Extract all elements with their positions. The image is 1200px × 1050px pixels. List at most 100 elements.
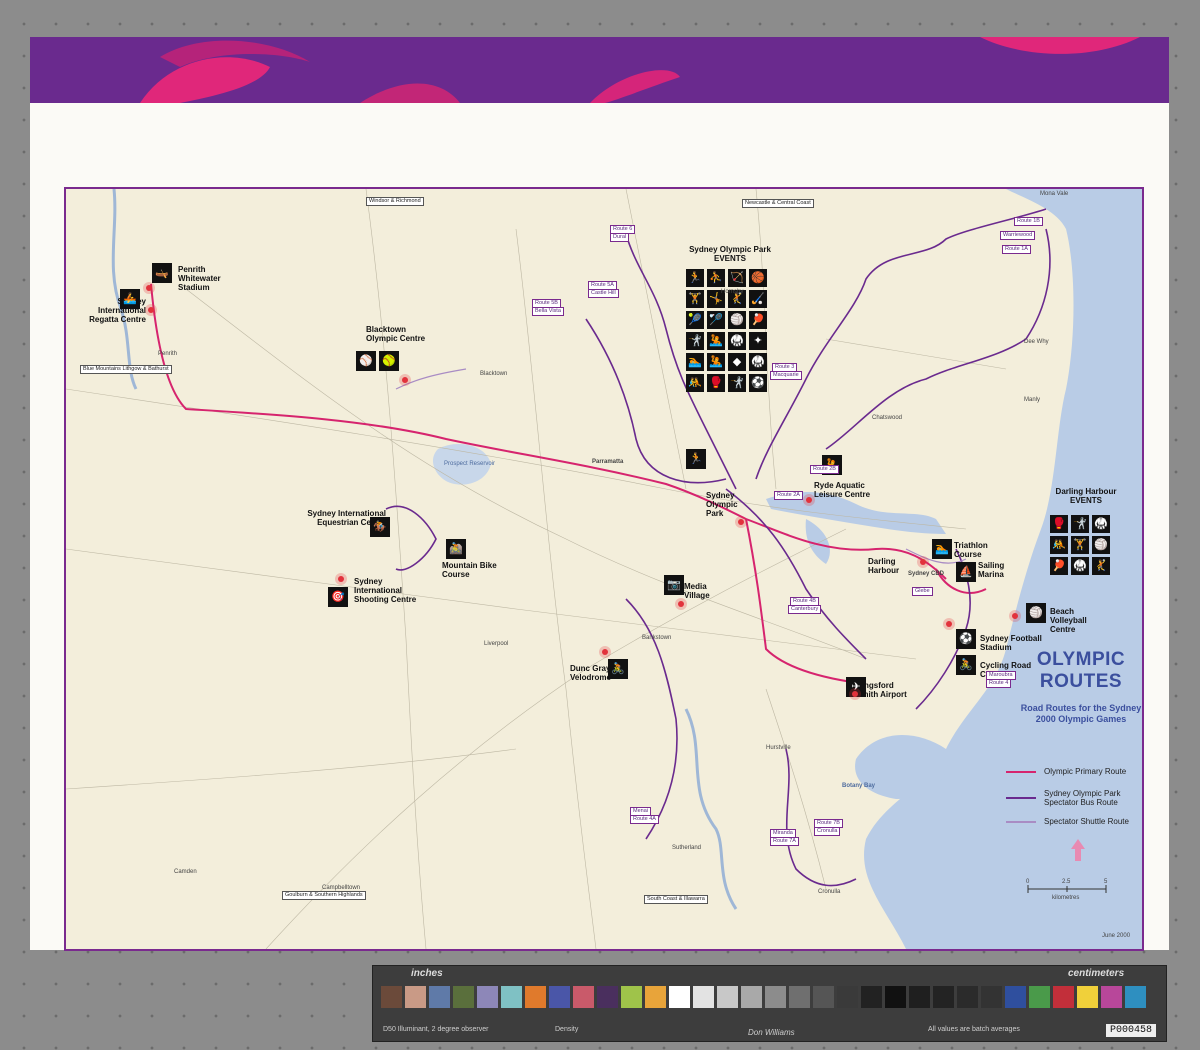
track-cycling-icon: 🚴 bbox=[608, 659, 628, 679]
direction-blue-mountains: Blue Mountains Lithgow & Bathurst bbox=[80, 365, 172, 374]
color-patch bbox=[405, 986, 426, 1008]
color-patch bbox=[477, 986, 498, 1008]
color-patch bbox=[429, 986, 450, 1008]
waterpolo-icon: 🤽 bbox=[707, 353, 725, 371]
place-cronulla: Cronulla bbox=[818, 889, 841, 895]
color-patch bbox=[957, 986, 978, 1008]
title-line-1: OLYMPIC bbox=[1036, 649, 1126, 670]
rowing-icon: 🚣 bbox=[120, 289, 140, 309]
fencing-icon: 🤺 bbox=[1071, 515, 1089, 533]
label-ryde-aquatic: Ryde Aquatic Leisure Centre bbox=[814, 481, 871, 499]
hurdles-icon: ⛹ bbox=[707, 269, 725, 287]
place-manly: Manly bbox=[1024, 397, 1041, 403]
judo-icon: 🥋 bbox=[749, 353, 767, 371]
label-beach-volleyball: Beach Volleyball Centre bbox=[1050, 607, 1087, 634]
route-stop-glebe: Glebe bbox=[912, 587, 933, 596]
color-patch bbox=[1005, 986, 1026, 1008]
softball-icon: 🥎 bbox=[379, 351, 399, 371]
route-label-4a: Route 4 bbox=[986, 679, 1012, 688]
canoe-icon: 🛶 bbox=[152, 263, 172, 283]
direction-south-coast: South Coast & Illawarra bbox=[644, 895, 708, 904]
item-id: P000458 bbox=[1105, 1024, 1156, 1037]
color-patch bbox=[1053, 986, 1074, 1008]
weightlifting-icon: 🏋 bbox=[686, 290, 704, 308]
place-prospect-reservoir: Prospect Reservoir bbox=[444, 461, 496, 467]
color-patch bbox=[645, 986, 666, 1008]
venue-marker bbox=[1012, 613, 1018, 619]
venue-marker bbox=[146, 285, 152, 291]
direction-goulburn: Goulburn & Southern Highlands bbox=[282, 891, 366, 900]
label-darling-harbour-events: Darling Harbour EVENTS bbox=[1055, 487, 1117, 505]
sailing-icon: ⛵ bbox=[956, 562, 976, 582]
density-label: Density bbox=[555, 1026, 579, 1033]
route-label-2b: Route 2B bbox=[810, 465, 839, 474]
place-camden: Camden bbox=[174, 869, 197, 875]
venue-marker bbox=[738, 519, 744, 525]
color-patch bbox=[789, 986, 810, 1008]
label-blacktown-centre: Blacktown Olympic Centre bbox=[366, 325, 426, 343]
synchro-icon: ◆ bbox=[728, 353, 746, 371]
media-icon: 📷 bbox=[664, 575, 684, 595]
venue-marker bbox=[602, 649, 608, 655]
route-stop-bella-vista: Bella Vista bbox=[532, 307, 564, 316]
label-centimeters: centimeters bbox=[1068, 968, 1125, 979]
volleyball-icon: 🏐 bbox=[728, 311, 746, 329]
route-label-1b: Route 1B bbox=[1014, 217, 1043, 226]
place-chatswood: Chatswood bbox=[872, 415, 903, 421]
equestrian-icon: 🏇 bbox=[370, 517, 390, 537]
color-patch bbox=[1125, 986, 1146, 1008]
legend-label: Olympic Primary Route bbox=[1044, 767, 1127, 776]
venue-marker bbox=[148, 307, 154, 313]
trampoline-icon: ✦ bbox=[749, 332, 767, 350]
place-sutherland: Sutherland bbox=[672, 845, 702, 851]
label-inches: inches bbox=[411, 968, 443, 979]
pentathlon-icon: 🤺 bbox=[686, 332, 704, 350]
venue-marker bbox=[852, 691, 858, 697]
boxing-icon: 🥊 bbox=[1050, 515, 1068, 533]
weightlifting-icon: 🏋 bbox=[1071, 536, 1089, 554]
color-patch bbox=[981, 986, 1002, 1008]
color-patch bbox=[381, 986, 402, 1008]
marathon-icon: 🏃 bbox=[686, 449, 706, 469]
color-patch bbox=[813, 986, 834, 1008]
darling-harbour-events-grid: 🥊 🤺 🥋 🤼 🏋 🏐 🏓 🥋 🤾 bbox=[1050, 515, 1110, 575]
bus-route-swatch bbox=[1006, 797, 1036, 799]
title-line-2: ROUTES bbox=[1039, 671, 1123, 692]
place-parramatta: Parramatta bbox=[592, 459, 624, 465]
place-botany-bay: Botany Bay bbox=[842, 783, 876, 789]
label-sailing-marina: Sailing Marina bbox=[978, 561, 1005, 579]
beach-volleyball-icon: 🏐 bbox=[1026, 603, 1046, 623]
venue-marker bbox=[678, 601, 684, 607]
color-patch bbox=[861, 986, 882, 1008]
scale-tick-2-5: 2.5 bbox=[1062, 879, 1071, 885]
place-hurstville: Hurstville bbox=[766, 745, 791, 751]
archery-icon: 🏹 bbox=[728, 269, 746, 287]
place-mona-vale: Mona Vale bbox=[1040, 191, 1069, 197]
color-patch bbox=[741, 986, 762, 1008]
wrestling-icon: 🤼 bbox=[1050, 536, 1068, 554]
label-penrith-whitewater: Penrith Whitewater Stadium bbox=[178, 265, 221, 292]
hockey-icon: 🏑 bbox=[749, 290, 767, 308]
legend-label: Sydney Olympic Park Spectator Bus Route bbox=[1044, 789, 1121, 807]
color-patch bbox=[1077, 986, 1098, 1008]
color-calibration-target: inches centimeters D50 Illuminant, 2 deg… bbox=[372, 965, 1167, 1042]
football-icon: ⚽ bbox=[956, 629, 976, 649]
batch-note: All values are batch averages bbox=[928, 1026, 1020, 1033]
color-patch bbox=[549, 986, 570, 1008]
label-olympic-park-events: Sydney Olympic Park EVENTS bbox=[689, 245, 771, 263]
olympic-routes-map: Penrith Whitewater Stadium 🛶 Sydney Inte… bbox=[64, 187, 1144, 951]
route-stop-cronulla: Cronulla bbox=[814, 827, 841, 836]
venue-marker bbox=[402, 377, 408, 383]
baseball-icon: ⚾ bbox=[356, 351, 376, 371]
shooting-icon: 🎯 bbox=[328, 587, 348, 607]
place-penrith: Penrith bbox=[158, 351, 178, 357]
mountain-bike-icon: 🚵 bbox=[446, 539, 466, 559]
tabletennis-icon: 🏓 bbox=[749, 311, 767, 329]
swimming-icon: 🏊 bbox=[686, 353, 704, 371]
place-dee-why: Dee Why bbox=[1024, 339, 1049, 345]
color-patch bbox=[717, 986, 738, 1008]
triathlon-icon: 🏊 bbox=[932, 539, 952, 559]
color-patch bbox=[453, 986, 474, 1008]
brand-label: Don Williams bbox=[748, 1028, 795, 1037]
route-stop-warriewood: Warriewood bbox=[1000, 231, 1036, 240]
